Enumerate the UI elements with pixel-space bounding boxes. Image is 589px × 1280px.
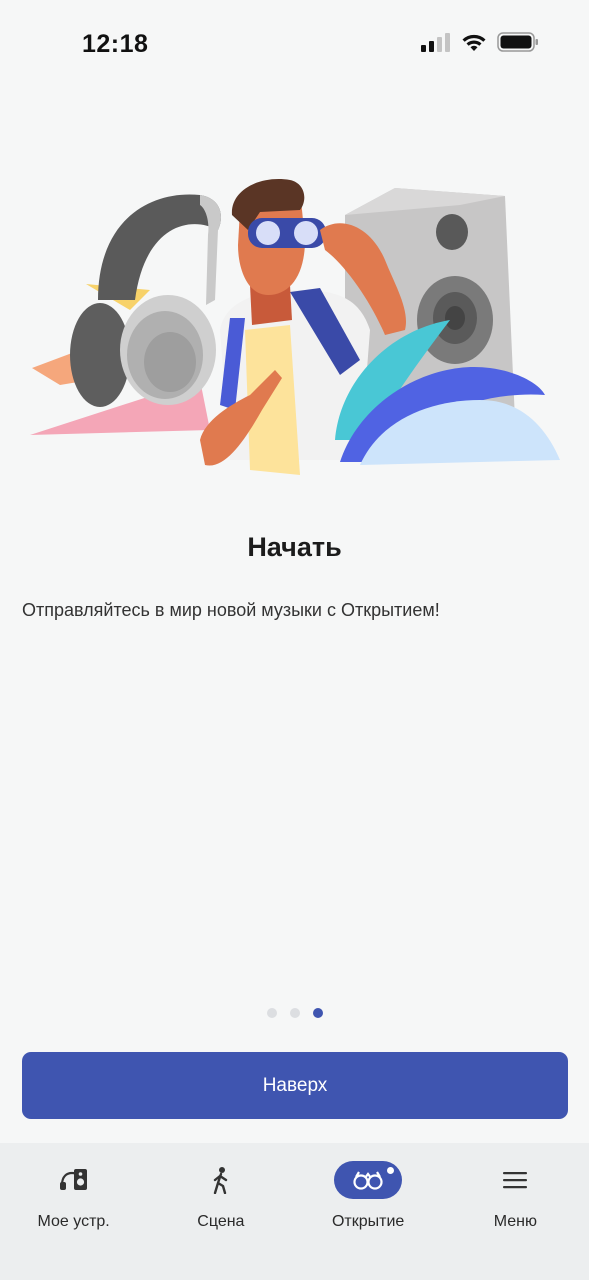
status-icons <box>421 32 539 52</box>
onboarding-illustration <box>30 179 560 475</box>
pager-dot[interactable] <box>266 1008 277 1018</box>
tab-menu[interactable]: Меню <box>442 1143 589 1280</box>
pager-dots <box>0 1008 589 1018</box>
onboarding-title: Начать <box>247 532 342 562</box>
tab-label: Сцена <box>197 1213 245 1230</box>
wifi-icon <box>462 34 486 51</box>
hamburger-menu-icon <box>481 1161 549 1199</box>
battery-icon <box>497 32 538 52</box>
speaker-headphones-icon <box>40 1161 108 1199</box>
bottom-tab-bar: Мое устр. Сцена Открытие Меню <box>0 1143 589 1280</box>
walking-person-icon <box>187 1161 255 1199</box>
pager-dot-active[interactable] <box>312 1008 323 1018</box>
status-bar: 12:18 <box>0 0 589 88</box>
status-time: 12:18 <box>82 30 149 58</box>
top-button[interactable]: Наверх <box>22 1052 568 1119</box>
tab-discover[interactable]: Открытие <box>295 1143 442 1280</box>
cellular-signal-icon <box>421 33 450 52</box>
tab-label: Меню <box>493 1213 537 1230</box>
binoculars-icon <box>334 1161 403 1199</box>
tab-scene[interactable]: Сцена <box>147 1143 294 1280</box>
tab-label: Открытие <box>331 1213 405 1230</box>
onboarding-description: Отправляйтесь в мир новой музыки с Откры… <box>22 600 440 620</box>
pager-dot[interactable] <box>289 1008 300 1018</box>
tab-my-device[interactable]: Мое устр. <box>0 1143 147 1280</box>
tab-label: Мое устр. <box>37 1213 110 1230</box>
notification-dot <box>387 1167 395 1174</box>
